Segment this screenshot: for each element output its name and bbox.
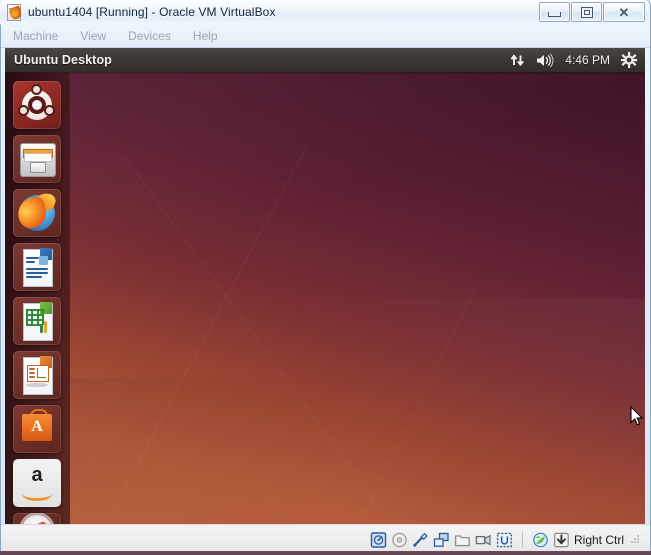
host-key-label: Right Ctrl	[573, 532, 624, 547]
vm-viewport[interactable]: Ubuntu Desktop 4:46 PM A a	[5, 48, 645, 524]
launcher-item-libreoffice-writer[interactable]	[13, 243, 61, 291]
network-icon[interactable]	[510, 53, 525, 68]
network-adapter-icon[interactable]	[433, 532, 450, 548]
shared-folders-icon[interactable]	[454, 532, 471, 548]
titlebar[interactable]: ubuntu1404 [Running] - Oracle VM Virtual…	[0, 0, 649, 25]
launcher-item-files[interactable]	[13, 135, 61, 183]
virtualbox-icon	[6, 4, 23, 21]
panel-title: Ubuntu Desktop	[14, 53, 112, 67]
vm-globe-icon[interactable]	[532, 532, 549, 548]
menu-view[interactable]: View	[70, 26, 116, 46]
vm-statusbar: Right Ctrl	[1, 524, 650, 554]
statusbar-separator	[521, 532, 523, 547]
session-gear-icon[interactable]	[621, 52, 637, 68]
optical-disk-icon[interactable]	[391, 532, 408, 548]
ubuntu-wallpaper	[5, 48, 645, 524]
host-key-icon[interactable]	[553, 532, 570, 548]
virtualbox-window: ubuntu1404 [Running] - Oracle VM Virtual…	[0, 0, 651, 555]
usb-tablet-icon[interactable]	[496, 532, 513, 548]
volume-icon[interactable]	[536, 53, 554, 68]
window-title: ubuntu1404 [Running] - Oracle VM Virtual…	[28, 5, 276, 19]
maximize-button[interactable]	[571, 2, 602, 22]
menu-help[interactable]: Help	[183, 26, 228, 46]
launcher-item-firefox[interactable]	[13, 189, 61, 237]
launcher-item-libreoffice-impress[interactable]	[13, 351, 61, 399]
host-key-area: Right Ctrl	[570, 533, 643, 547]
resize-grip[interactable]	[631, 534, 641, 545]
device-indicators	[370, 531, 570, 548]
launcher-item-ubuntu-dash[interactable]	[13, 81, 61, 129]
menu-machine[interactable]: Machine	[3, 26, 68, 46]
usb-icon[interactable]	[412, 532, 429, 548]
minimize-button[interactable]	[539, 2, 570, 22]
ubuntu-top-panel: Ubuntu Desktop 4:46 PM	[5, 48, 645, 72]
menu-devices[interactable]: Devices	[118, 26, 181, 46]
window-controls: ✕	[538, 2, 645, 22]
close-button[interactable]: ✕	[603, 2, 645, 22]
launcher-item-software-center[interactable]: A	[13, 405, 61, 453]
launcher-item-libreoffice-calc[interactable]	[13, 297, 61, 345]
mouse-cursor	[630, 405, 644, 427]
menubar: Machine View Devices Help	[1, 24, 650, 48]
launcher-item-system-settings[interactable]	[13, 513, 61, 524]
window-bottom-edge	[0, 551, 651, 555]
panel-clock[interactable]: 4:46 PM	[565, 53, 610, 67]
panel-indicators: 4:46 PM	[510, 52, 637, 68]
hard-disk-icon[interactable]	[370, 531, 387, 548]
unity-launcher: A a	[5, 72, 70, 524]
launcher-item-amazon[interactable]: a	[13, 459, 61, 507]
display-icon[interactable]	[475, 532, 492, 548]
